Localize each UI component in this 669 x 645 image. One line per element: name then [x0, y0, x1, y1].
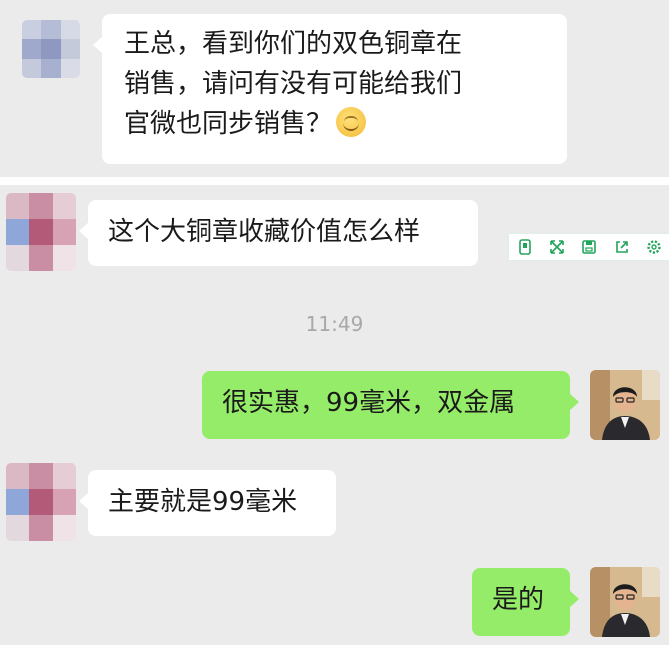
message-text-line: 官微也同步销售？	[124, 104, 545, 144]
message-bubble[interactable]: 这个大铜章收藏价值怎么样	[79, 200, 478, 266]
message-text: 这个大铜章收藏价值怎么样	[108, 217, 421, 247]
smiling-face-icon	[336, 107, 367, 137]
user-photo	[590, 567, 660, 637]
message-text: 主要就是99毫米	[108, 487, 298, 517]
chat-panel-top: 王总，看到你们的双色铜章在 销售，请问有没有可能给我们 官微也同步销售？	[0, 0, 669, 177]
message-text: 是的	[492, 585, 545, 615]
message-bubble[interactable]: 主要就是99毫米	[79, 470, 336, 536]
fullscreen-icon[interactable]	[546, 236, 568, 258]
message-text-line: 王总，看到你们的双色铜章在	[124, 29, 463, 59]
sender-avatar[interactable]	[22, 20, 80, 78]
share-icon[interactable]	[611, 236, 633, 258]
settings-icon[interactable]	[643, 236, 665, 258]
message-text: 官微也同步销售？	[124, 109, 333, 139]
message-bubble[interactable]: 是的	[472, 568, 579, 636]
sender-avatar[interactable]	[6, 193, 76, 271]
message-text: 很实惠，99毫米，双金属	[222, 388, 516, 418]
message-text-line: 销售，请问有没有可能给我们	[124, 69, 463, 99]
user-avatar[interactable]	[590, 370, 660, 440]
phone-icon[interactable]	[514, 236, 536, 258]
message-bubble[interactable]: 王总，看到你们的双色铜章在 销售，请问有没有可能给我们 官微也同步销售？	[93, 14, 567, 164]
user-photo	[590, 370, 660, 440]
blurred-avatar-image	[6, 193, 76, 271]
user-avatar[interactable]	[590, 567, 660, 637]
save-icon[interactable]	[578, 236, 600, 258]
sender-avatar[interactable]	[6, 463, 76, 541]
image-divider	[0, 177, 669, 185]
image-toolbar	[508, 233, 669, 261]
blurred-avatar-image	[22, 20, 80, 78]
message-bubble[interactable]: 很实惠，99毫米，双金属	[202, 371, 579, 439]
message-timestamp: 11:49	[305, 312, 364, 336]
blurred-avatar-image	[6, 463, 76, 541]
